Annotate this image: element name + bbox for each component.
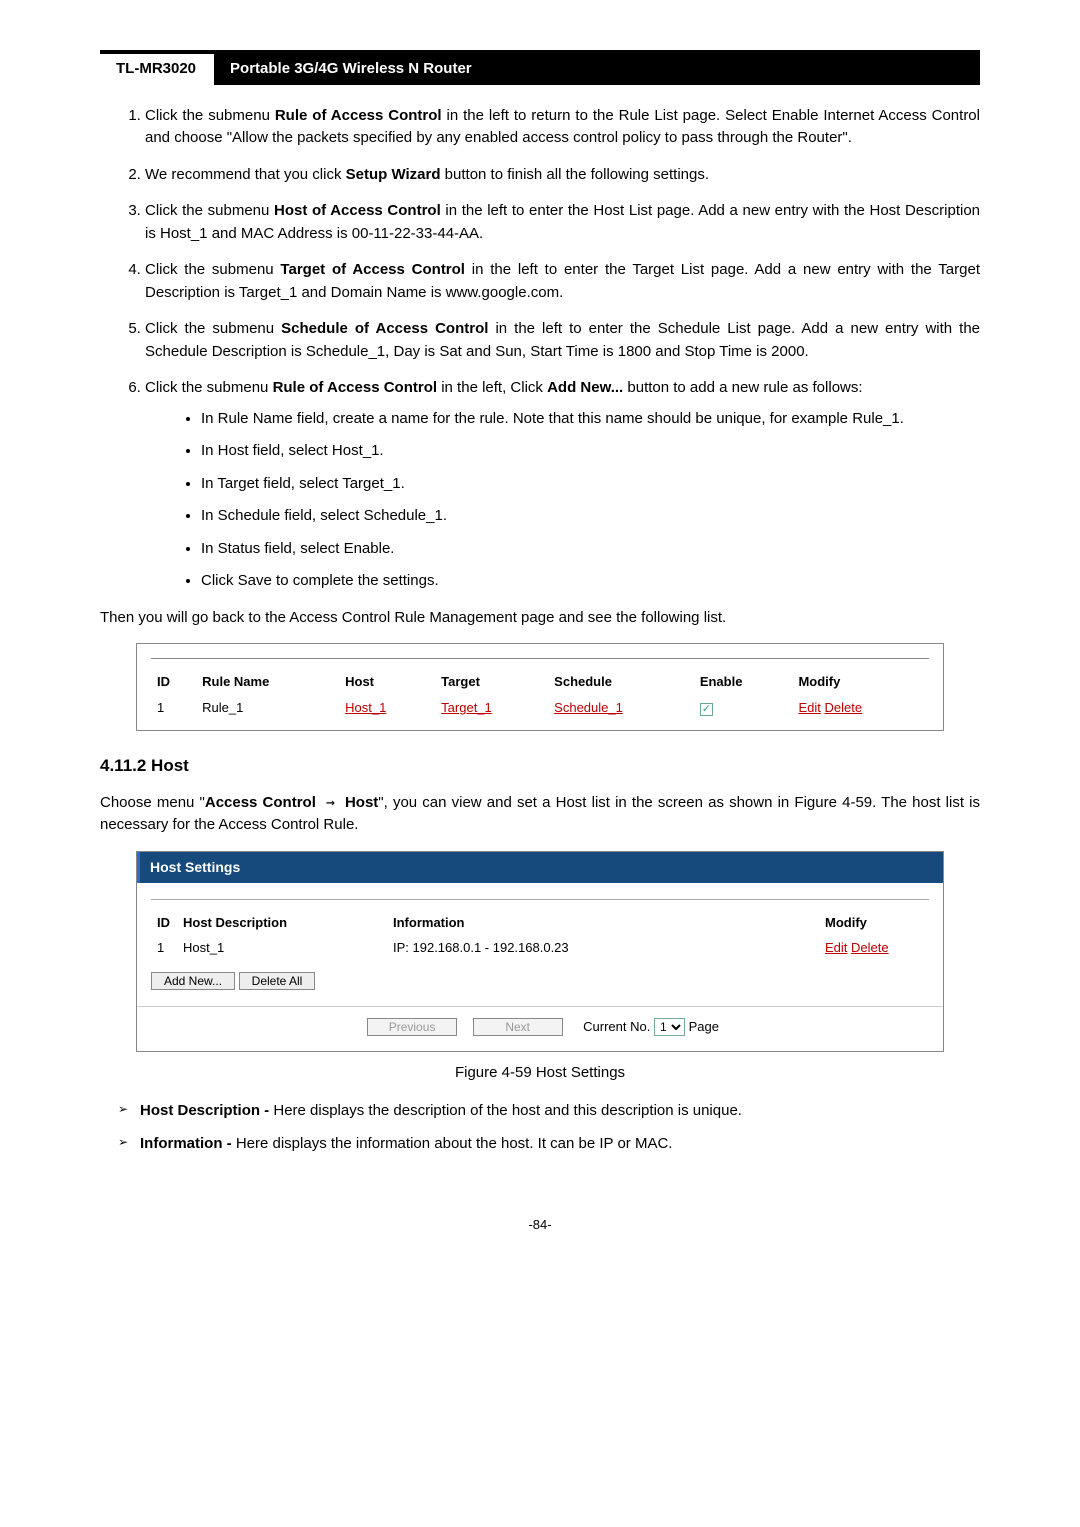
host-edit-link[interactable]: Edit xyxy=(825,940,847,955)
page-number: -84- xyxy=(100,1215,980,1235)
sub-step-4: In Schedule field, select Schedule_1. xyxy=(201,505,980,528)
finf-title: Information - xyxy=(140,1135,236,1152)
next-button[interactable]: Next xyxy=(473,1018,563,1036)
step-2: We recommend that you click Setup Wizard… xyxy=(145,164,980,187)
rule-table: ID Rule Name Host Target Schedule Enable… xyxy=(151,669,929,720)
step-6-bold-1: Rule of Access Control xyxy=(273,379,437,396)
hth-info: Information xyxy=(387,910,819,936)
host-table-header: ID Host Description Information Modify xyxy=(151,910,929,936)
finf-body: Here displays the information about the … xyxy=(236,1135,673,1152)
step-4-bold: Target of Access Control xyxy=(280,261,465,278)
add-new-button[interactable]: Add New... xyxy=(151,972,235,990)
step-2-text-a: We recommend that you click xyxy=(145,166,346,183)
step-3: Click the submenu Host of Access Control… xyxy=(145,200,980,245)
previous-button[interactable]: Previous xyxy=(367,1018,457,1036)
step-4-text-a: Click the submenu xyxy=(145,261,280,278)
sub-step-1: In Rule Name field, create a name for th… xyxy=(201,408,980,431)
step-1: Click the submenu Rule of Access Control… xyxy=(145,105,980,150)
header-title: Portable 3G/4G Wireless N Router xyxy=(214,54,980,85)
host-settings-panel: Host Settings ID Host Description Inform… xyxy=(136,851,944,1052)
delete-link[interactable]: Delete xyxy=(824,700,862,715)
host-button-row: Add New... Delete All xyxy=(137,965,943,993)
host-intro-a: Choose menu " xyxy=(100,794,205,811)
host-intro-b: Access Control xyxy=(205,794,316,811)
th-enable: Enable xyxy=(694,669,793,695)
host-delete-link[interactable]: Delete xyxy=(851,940,889,955)
th-schedule: Schedule xyxy=(548,669,694,695)
hth-id: ID xyxy=(151,910,177,936)
th-rule: Rule Name xyxy=(196,669,339,695)
td-rule: Rule_1 xyxy=(196,695,339,721)
step-6: Click the submenu Rule of Access Control… xyxy=(145,377,980,593)
hth-modify: Modify xyxy=(819,910,929,936)
fhd-title: Host Description - xyxy=(140,1102,273,1119)
sub-step-2: In Host field, select Host_1. xyxy=(201,440,980,463)
step-3-bold: Host of Access Control xyxy=(274,202,441,219)
sub-step-3: In Target field, select Target_1. xyxy=(201,473,980,496)
step-1-bold: Rule of Access Control xyxy=(275,107,442,124)
page-header: TL-MR3020 Portable 3G/4G Wireless N Rout… xyxy=(100,50,980,85)
figure-caption: Figure 4-59 Host Settings xyxy=(100,1062,980,1085)
step-4: Click the submenu Target of Access Contr… xyxy=(145,259,980,304)
host-link[interactable]: Host_1 xyxy=(345,700,386,715)
rule-table-panel: ID Rule Name Host Target Schedule Enable… xyxy=(136,643,944,731)
page-select[interactable]: 1 xyxy=(654,1018,685,1036)
feature-list: Host Description - Here displays the des… xyxy=(100,1100,980,1155)
arrow-icon: → xyxy=(316,793,345,811)
th-host: Host xyxy=(339,669,435,695)
step-3-text-a: Click the submenu xyxy=(145,202,274,219)
schedule-link[interactable]: Schedule_1 xyxy=(554,700,623,715)
htd-info: IP: 192.168.0.1 - 192.168.0.23 xyxy=(387,935,819,961)
feature-information: Information - Here displays the informat… xyxy=(118,1133,980,1156)
step-2-bold: Setup Wizard xyxy=(346,166,441,183)
after-list-text: Then you will go back to the Access Cont… xyxy=(100,607,980,630)
sub-step-5: In Status field, select Enable. xyxy=(201,538,980,561)
th-target: Target xyxy=(435,669,548,695)
td-id: 1 xyxy=(151,695,196,721)
pager-label-b: Page xyxy=(689,1019,719,1034)
rule-table-row: 1 Rule_1 Host_1 Target_1 Schedule_1 ✓ Ed… xyxy=(151,695,929,721)
host-intro-c: Host xyxy=(345,794,378,811)
htd-id: 1 xyxy=(151,935,177,961)
step-2-text-c: button to finish all the following setti… xyxy=(441,166,710,183)
feature-host-description: Host Description - Here displays the des… xyxy=(118,1100,980,1123)
host-table: ID Host Description Information Modify 1… xyxy=(151,910,929,961)
host-table-row: 1 Host_1 IP: 192.168.0.1 - 192.168.0.23 … xyxy=(151,935,929,961)
rule-table-header: ID Rule Name Host Target Schedule Enable… xyxy=(151,669,929,695)
host-intro: Choose menu "Access Control → Host", you… xyxy=(100,791,980,837)
step-1-text-a: Click the submenu xyxy=(145,107,275,124)
htd-desc: Host_1 xyxy=(177,935,387,961)
step-6-text-c: in the left, Click xyxy=(437,379,547,396)
fhd-body: Here displays the description of the hos… xyxy=(273,1102,742,1119)
th-modify: Modify xyxy=(792,669,929,695)
step-5: Click the submenu Schedule of Access Con… xyxy=(145,318,980,363)
section-heading: 4.11.2 Host xyxy=(100,753,980,779)
sub-step-6: Click Save to complete the settings. xyxy=(201,570,980,593)
pager-label-a: Current No. xyxy=(583,1019,650,1034)
delete-all-button[interactable]: Delete All xyxy=(239,972,316,990)
sub-step-list: In Rule Name field, create a name for th… xyxy=(145,408,980,593)
enable-checkbox[interactable]: ✓ xyxy=(700,703,713,716)
pager-row: Previous Next Current No. 1 Page xyxy=(137,1006,943,1037)
step-6-bold-2: Add New... xyxy=(547,379,623,396)
step-6-text-a: Click the submenu xyxy=(145,379,273,396)
step-6-text-e: button to add a new rule as follows: xyxy=(623,379,862,396)
step-5-text-a: Click the submenu xyxy=(145,320,281,337)
step-5-bold: Schedule of Access Control xyxy=(281,320,488,337)
header-model: TL-MR3020 xyxy=(100,54,214,85)
host-panel-title: Host Settings xyxy=(137,852,943,883)
instruction-list: Click the submenu Rule of Access Control… xyxy=(100,105,980,593)
th-id: ID xyxy=(151,669,196,695)
edit-link[interactable]: Edit xyxy=(798,700,820,715)
target-link[interactable]: Target_1 xyxy=(441,700,492,715)
hth-desc: Host Description xyxy=(177,910,387,936)
